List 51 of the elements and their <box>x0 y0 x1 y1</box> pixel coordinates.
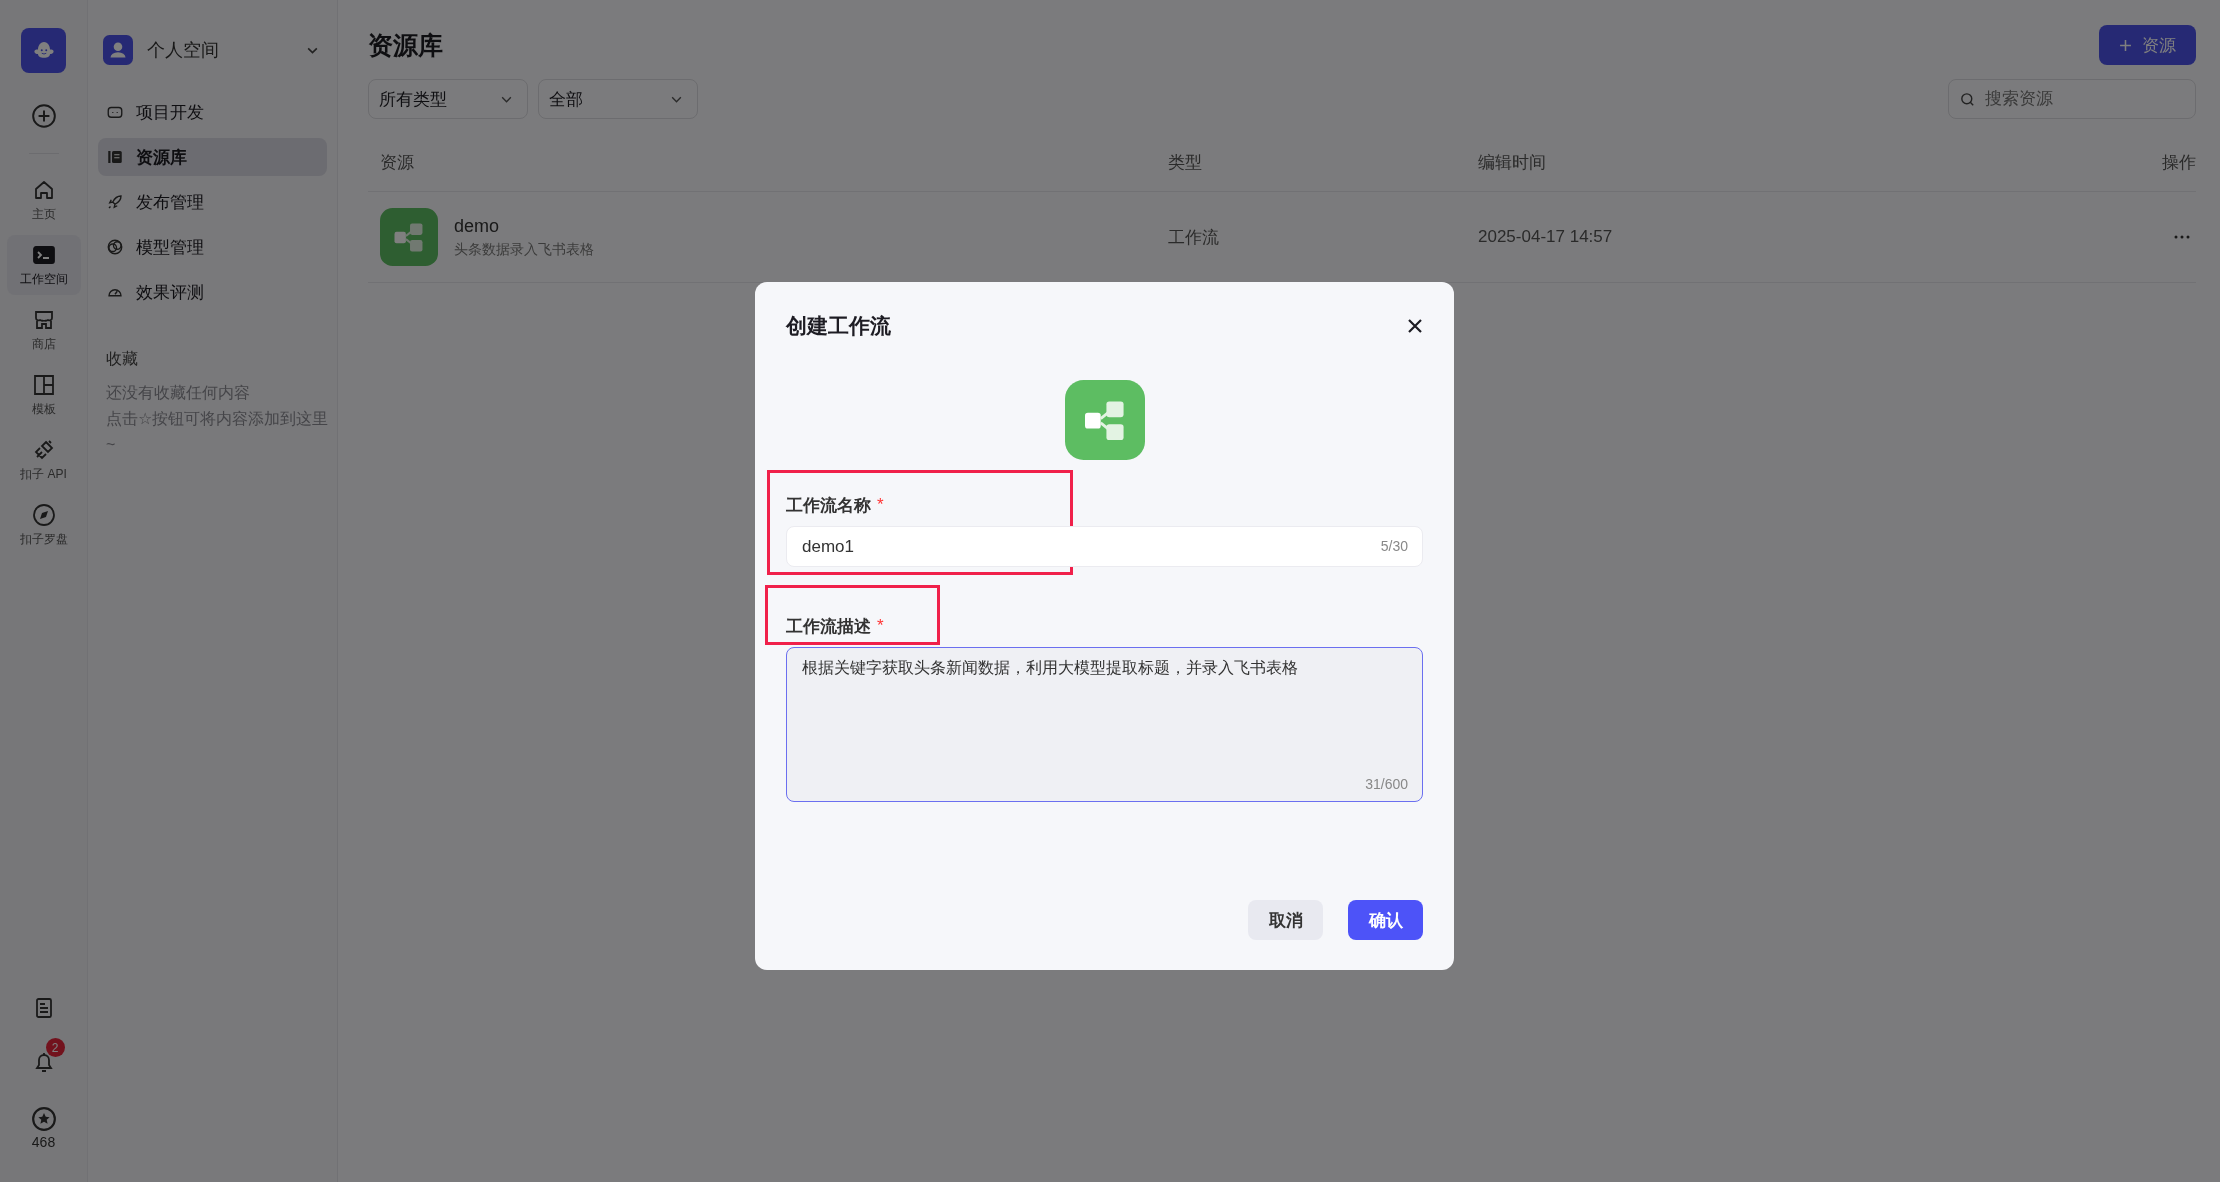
circles-icon <box>106 238 124 256</box>
resource-name[interactable]: demo <box>454 215 594 237</box>
workflow-icon <box>380 208 438 266</box>
layout-icon <box>31 372 56 397</box>
field-label: 工作流名称 <box>786 494 871 517</box>
rail-nav-item[interactable]: 商店 <box>6 300 81 360</box>
confirm-button[interactable]: 确认 <box>1348 900 1423 940</box>
dialog-title: 创建工作流 <box>786 313 891 339</box>
character-counter: 31/600 <box>1365 776 1408 792</box>
resource-description: 头条数据录入飞书表格 <box>454 240 594 259</box>
column-header: 资源 <box>379 151 415 174</box>
compass-icon <box>31 502 56 527</box>
book-icon <box>106 148 124 166</box>
sidebar-item[interactable]: 效果评测 <box>98 273 327 311</box>
cancel-button[interactable]: 取消 <box>1248 900 1323 940</box>
column-header: 操作 <box>2161 151 2196 174</box>
search-icon <box>1959 91 1976 108</box>
rail-nav-item[interactable]: 工作空间 <box>6 235 81 295</box>
close-icon[interactable] <box>1407 318 1423 334</box>
plus-icon <box>2119 38 2132 52</box>
column-header: 编辑时间 <box>1478 151 1547 174</box>
workflow-icon <box>1064 380 1145 460</box>
sidebar-item[interactable]: 项目开发 <box>98 93 327 131</box>
required-mark: * <box>877 495 884 515</box>
column-header: 类型 <box>1168 151 1203 174</box>
rail-nav-item[interactable]: 扣子 API <box>6 430 81 490</box>
sidebar-item[interactable]: 资源库 <box>98 138 327 176</box>
add-resource-button[interactable]: 资源 <box>2099 25 2196 65</box>
sidebar-item[interactable]: 发布管理 <box>98 183 327 221</box>
points-count: 468 <box>31 1134 56 1150</box>
rail-nav-item[interactable]: 主页 <box>6 170 81 230</box>
page-title: 资源库 <box>368 29 443 61</box>
edit-time-cell-text: 2025-04-17 14:57 <box>1478 227 1614 247</box>
field-label: 工作流描述 <box>786 615 871 638</box>
required-mark: * <box>877 616 884 636</box>
search-field[interactable]: 搜索资源 <box>1948 79 2196 119</box>
filter-dropdown[interactable]: 所有类型 <box>368 79 528 119</box>
app-logo[interactable] <box>21 28 66 73</box>
sidebar-item[interactable]: 模型管理 <box>98 228 327 266</box>
notification-badge: 2 <box>45 1038 65 1057</box>
filter-dropdown[interactable]: 全部 <box>538 79 698 119</box>
type-cell-text: 工作流 <box>1168 226 1220 249</box>
rail-nav-item[interactable]: 扣子罗盘 <box>6 495 81 555</box>
character-counter: 5/30 <box>1380 538 1408 554</box>
user-avatar-icon <box>103 35 133 65</box>
rail-nav-item[interactable]: 模板 <box>6 365 81 425</box>
space-switcher[interactable]: 个人空间 <box>8 35 327 65</box>
favorites-heading: 收藏 <box>106 349 139 369</box>
rocket-icon <box>106 193 124 211</box>
add-icon[interactable] <box>30 103 57 129</box>
star-coin-icon[interactable] <box>30 1106 57 1132</box>
